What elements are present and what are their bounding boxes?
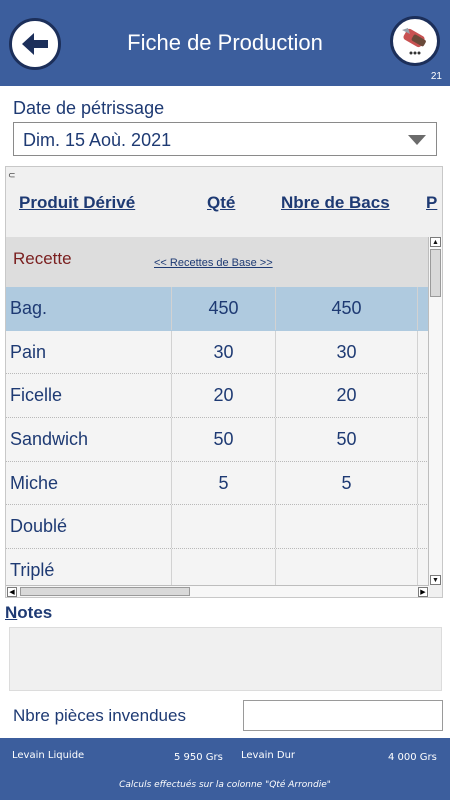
recipe-count-badge: 21 — [430, 71, 442, 82]
bread-knife-icon — [402, 28, 426, 55]
table-row[interactable]: Sandwich 50 50 — [6, 418, 429, 462]
row-product: Sandwich — [10, 428, 89, 449]
scroll-left-icon[interactable]: ◀ — [7, 587, 17, 597]
row-qty[interactable]: 30 — [171, 330, 275, 374]
row-qty[interactable] — [171, 505, 275, 549]
row-qty[interactable]: 5 — [171, 461, 275, 505]
scroll-down-icon[interactable]: ▼ — [430, 575, 441, 585]
production-table: ⊂ Produit Dérivé Qté Nbre de Bacs P Rece… — [5, 166, 443, 598]
recette-label: Recette — [13, 249, 72, 268]
date-label: Date de pétrissage — [13, 98, 165, 118]
row-bacs: 450 — [275, 287, 417, 330]
levain-liquide-value: 5 950 Grs — [174, 752, 223, 763]
calculation-note: Calculs effectués sur la colonne "Qté Ar… — [119, 780, 331, 790]
row-qty[interactable]: 450 — [171, 287, 275, 330]
row-bacs: 50 — [275, 418, 417, 461]
row-bacs: 30 — [275, 330, 417, 374]
row-product: Bag. — [10, 297, 48, 318]
horizontal-scrollbar[interactable]: ◀ ▶ — [6, 585, 429, 597]
page-title: Fiche de Production — [127, 30, 323, 55]
column-header-extra[interactable]: P — [426, 193, 437, 213]
column-header-bacs[interactable]: Nbre de Bacs — [281, 193, 390, 213]
levain-dur-label: Levain Dur — [241, 750, 296, 761]
vertical-scroll-thumb[interactable] — [430, 249, 441, 297]
table-rows: Bag. 450 450 Pain 30 30 Ficelle 20 20 Sa… — [6, 287, 429, 593]
row-product: Doublé — [10, 516, 68, 537]
row-bacs: 5 — [275, 461, 417, 505]
row-qty[interactable]: 50 — [171, 418, 275, 461]
vertical-scrollbar[interactable]: ▲ ▼ — [428, 237, 442, 585]
row-qty[interactable]: 20 — [171, 374, 275, 418]
row-product: Ficelle — [10, 385, 63, 406]
column-header-qte[interactable]: Qté — [207, 193, 235, 213]
arrow-left-icon — [22, 33, 48, 55]
back-button[interactable] — [9, 18, 61, 70]
recette-section: Recette << Recettes de Base >> — [6, 237, 429, 287]
recettes-base-link[interactable]: << Recettes de Base >> — [154, 257, 273, 269]
scroll-up-icon[interactable]: ▲ — [430, 237, 441, 247]
scroll-right-icon[interactable]: ▶ — [418, 587, 428, 597]
notes-field[interactable] — [9, 627, 442, 691]
horizontal-scroll-thumb[interactable] — [20, 587, 190, 596]
levain-dur-value: 4 000 Grs — [388, 752, 437, 763]
table-row[interactable]: Ficelle 20 20 — [6, 374, 429, 419]
unsold-pieces-input[interactable] — [243, 700, 443, 731]
notes-label: Notes — [5, 603, 53, 622]
header-bar: Fiche de Production 21 — [0, 0, 450, 86]
unsold-pieces-label: Nbre pièces invendues — [13, 706, 186, 725]
date-dropdown[interactable]: Dim. 15 Aoù. 2021 — [13, 122, 437, 156]
resize-icon[interactable]: ⊂ — [8, 170, 16, 181]
column-header-produit[interactable]: Produit Dérivé — [19, 193, 135, 213]
row-product: Pain — [10, 341, 47, 362]
table-row[interactable]: Pain 30 30 — [6, 330, 429, 375]
chevron-down-icon — [408, 135, 426, 145]
recipes-button[interactable] — [390, 16, 440, 66]
date-value: Dim. 15 Aoù. 2021 — [23, 130, 172, 150]
table-row[interactable]: Doublé — [6, 505, 429, 550]
row-bacs — [275, 505, 417, 549]
row-product: Miche — [10, 472, 59, 493]
levain-liquide-label: Levain Liquide — [12, 750, 85, 761]
table-row[interactable]: Miche 5 5 — [6, 461, 429, 506]
footer-bar: Levain Liquide 5 950 Grs Levain Dur 4 00… — [0, 738, 450, 800]
table-row[interactable]: Bag. 450 450 — [6, 287, 429, 331]
row-bacs: 20 — [275, 374, 417, 418]
